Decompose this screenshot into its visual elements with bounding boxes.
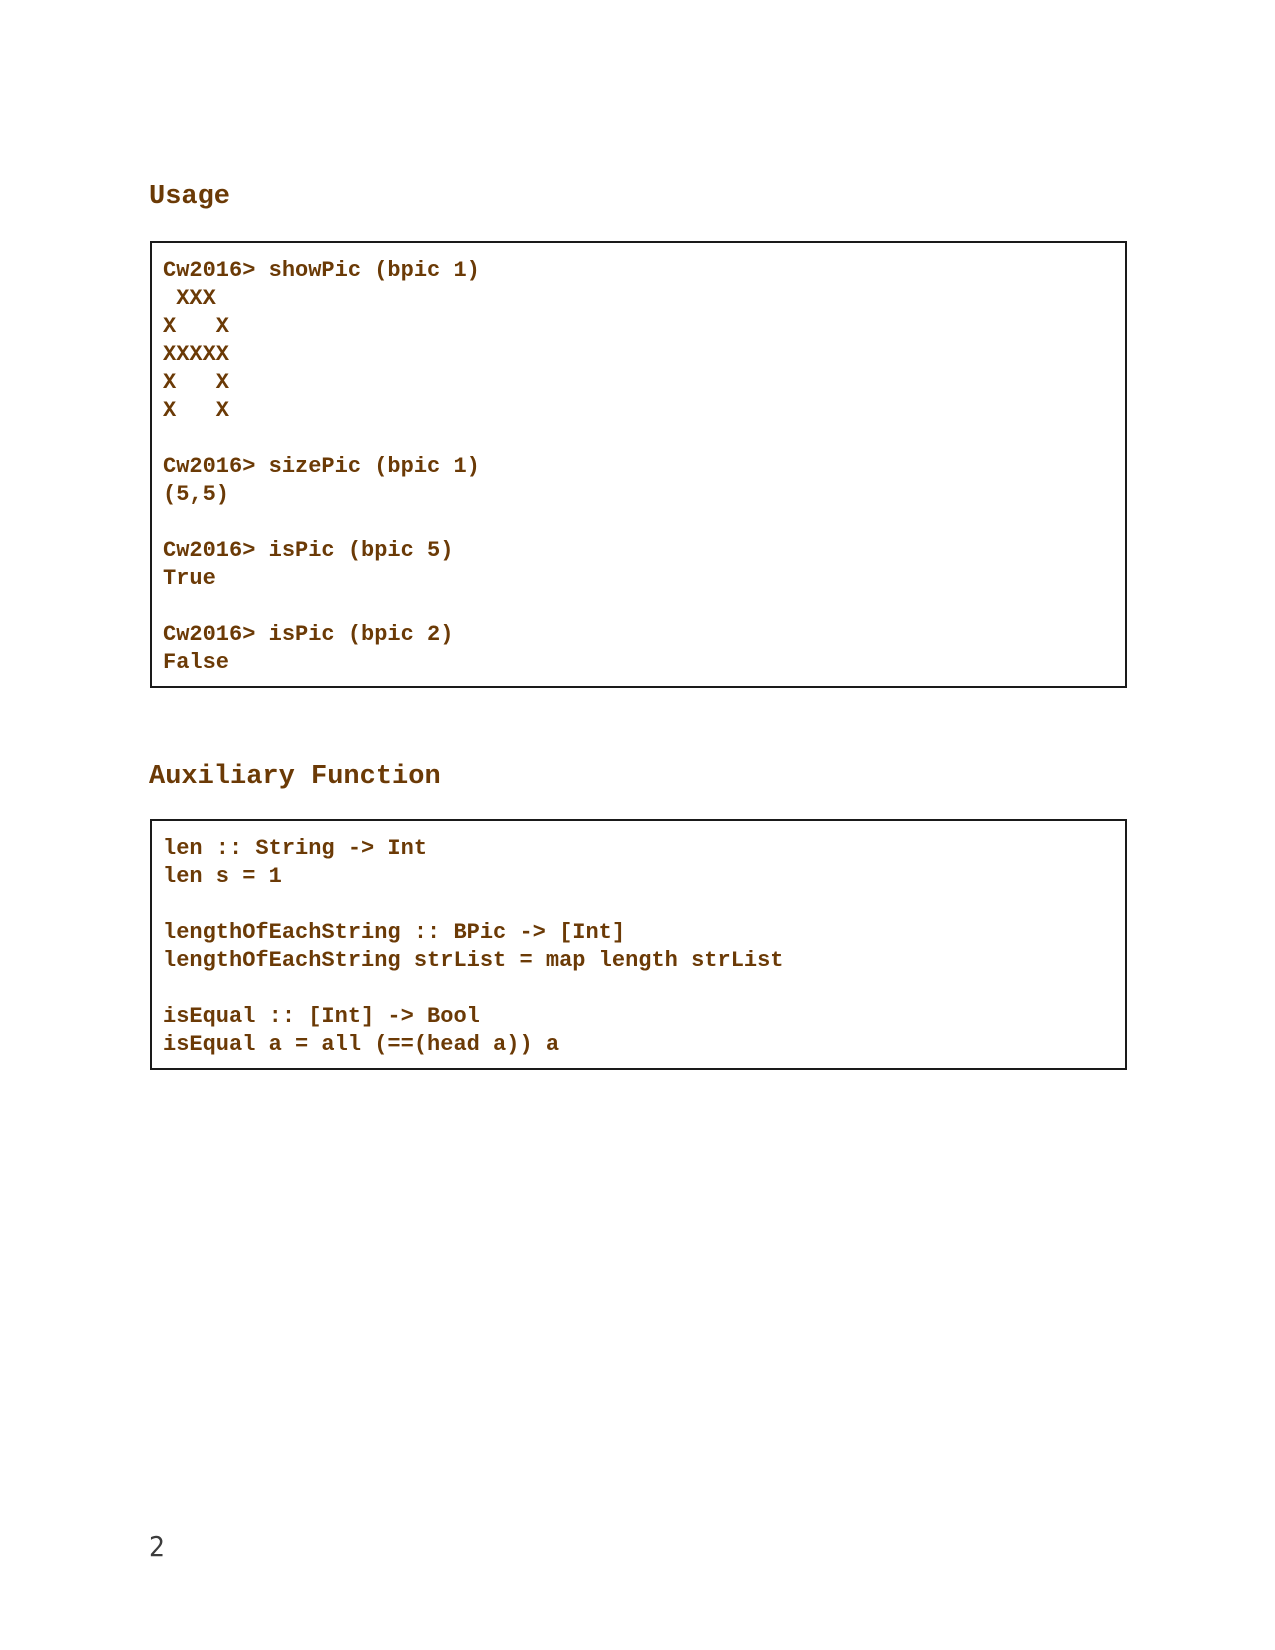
code-line: Cw2016> sizePic (bpic 1) xyxy=(163,454,480,479)
code-line: Cw2016> showPic (bpic 1) xyxy=(163,258,480,283)
auxiliary-code-block: len :: String -> Int len s = 1 lengthOfE… xyxy=(150,819,1127,1070)
code-line: Cw2016> isPic (bpic 2) xyxy=(163,622,454,647)
code-line: True xyxy=(163,566,216,591)
code-line: len :: String -> Int xyxy=(163,836,428,861)
code-line: isEqual :: [Int] -> Bool xyxy=(163,1004,480,1029)
code-line: False xyxy=(163,650,230,675)
code-line: isEqual a = all (==(head a)) a xyxy=(163,1032,560,1057)
usage-code-block: Cw2016> showPic (bpic 1) XXX X X XXXXX X… xyxy=(150,241,1127,688)
page-number: 2 xyxy=(149,1530,166,1563)
code-line: (5,5) xyxy=(163,482,230,507)
auxiliary-function-heading: Auxiliary Function xyxy=(149,762,441,792)
code-line: Cw2016> isPic (bpic 5) xyxy=(163,538,454,563)
usage-heading: Usage xyxy=(149,182,231,212)
code-line: XXX xyxy=(163,286,216,311)
code-line: lengthOfEachString :: BPic -> [Int] xyxy=(163,920,626,945)
code-line: X X xyxy=(163,398,230,423)
code-line: X X xyxy=(163,370,230,395)
code-line: X X xyxy=(163,314,230,339)
code-line: lengthOfEachString strList = map length … xyxy=(163,948,784,973)
code-line: XXXXX xyxy=(163,342,230,367)
code-line: len s = 1 xyxy=(163,864,282,889)
